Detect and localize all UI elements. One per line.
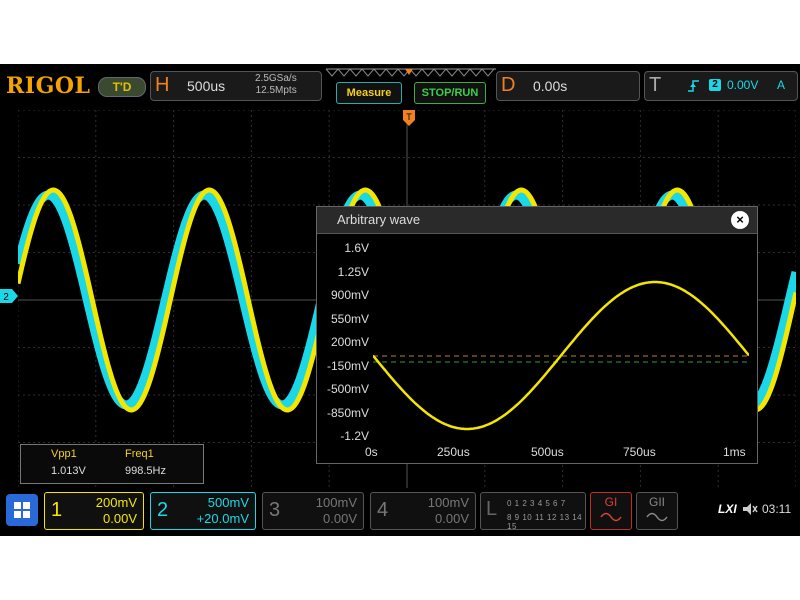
bus-1-wave-icon <box>600 512 622 522</box>
logic-label: L <box>486 498 498 520</box>
timebase-value: 500us <box>187 78 226 94</box>
arb-wave-plot <box>373 280 749 431</box>
bus-1-label: GI <box>604 495 618 509</box>
svg-text:T: T <box>406 112 412 122</box>
trigger-mode: A <box>777 78 786 92</box>
delay-label: D <box>501 74 516 96</box>
horizontal-timebase-box[interactable]: H 500us 2.5GSa/s 12.5Mpts <box>150 71 322 101</box>
arb-x-label: 500us <box>531 445 564 459</box>
channel-1-box[interactable]: 1 200mV 0.00V <box>44 492 144 530</box>
logic-channels-row-2: 8 9 10 11 12 13 14 15 <box>507 513 583 531</box>
trigger-source-badge: 2 <box>709 79 721 91</box>
channel-4-box[interactable]: 4 100mV 0.00V <box>370 492 476 530</box>
arbitrary-wave-dialog[interactable]: Arbitrary wave × 1.6V 1.25V 900mV 550mV 200m… <box>316 206 758 464</box>
bus-1-box[interactable]: GI <box>590 492 632 530</box>
delay-box[interactable]: D 0.00s <box>496 71 640 101</box>
meas-header-freq: Freq1 <box>125 448 154 460</box>
memory-depth: 12.5Mpts <box>255 85 297 96</box>
arb-x-label: 750us <box>623 445 656 459</box>
meas-value-freq: 998.5Hz <box>125 465 166 477</box>
channel-3-box[interactable]: 3 100mV 0.00V <box>262 492 364 530</box>
bus-2-wave-icon <box>646 512 668 522</box>
sample-info: 2.5GSa/s 12.5Mpts <box>255 73 297 97</box>
channel-3-number: 3 <box>269 499 281 521</box>
oscilloscope-screen: RIGOL T'D H 500us 2.5GSa/s 12.5Mpts Meas… <box>0 64 800 536</box>
trigger-level: 0.00V <box>727 78 759 92</box>
trigger-box[interactable]: T 2 0.00V A <box>644 71 798 101</box>
logic-analyzer-box[interactable]: L 0 1 2 3 4 5 6 7 8 9 10 11 12 13 14 15 <box>480 492 586 531</box>
channel-2-number: 2 <box>157 499 169 521</box>
meas-value-vpp: 1.013V <box>51 465 86 477</box>
arb-y-label: -1.2V <box>340 429 369 443</box>
channel-2-box[interactable]: 2 500mV +20.0mV <box>150 492 256 530</box>
arb-y-label: -850mV <box>326 405 369 420</box>
ch2-offset-marker-icon[interactable]: 2 <box>0 289 18 303</box>
channel-4-offset: 0.00V <box>435 511 469 526</box>
channel-2-scale: 500mV <box>207 495 249 510</box>
arb-y-label: 550mV <box>330 311 369 326</box>
delay-value: 0.00s <box>533 78 568 94</box>
arb-x-label: 250us <box>437 445 470 459</box>
arb-x-label: 0s <box>365 445 378 459</box>
memory-position-strip[interactable] <box>324 67 498 79</box>
bus-2-box[interactable]: GII <box>636 492 678 530</box>
measurement-panel[interactable]: Vpp1 Freq1 1.013V 998.5Hz <box>20 444 204 484</box>
grid-menu-icon <box>14 502 30 518</box>
dialog-title-bar[interactable]: Arbitrary wave × <box>317 207 757 234</box>
rigol-logo: RIGOL <box>6 73 91 99</box>
channel-3-offset: 0.00V <box>323 511 357 526</box>
dialog-title: Arbitrary wave <box>337 212 421 227</box>
channel-1-number: 1 <box>51 499 63 521</box>
arb-y-label: 1.25V <box>337 264 369 279</box>
sample-rate: 2.5GSa/s <box>255 73 297 84</box>
mode-badge[interactable]: T'D <box>98 77 146 97</box>
trigger-label: T <box>649 74 662 96</box>
rising-edge-icon <box>688 80 699 92</box>
stop-run-button[interactable]: STOP/RUN <box>414 82 486 104</box>
channel-4-scale: 100mV <box>427 495 469 510</box>
channel-3-scale: 100mV <box>315 495 357 510</box>
close-icon[interactable]: × <box>731 211 749 229</box>
channel-2-offset: +20.0mV <box>196 511 249 526</box>
arb-y-label: -500mV <box>326 382 369 396</box>
arb-y-label: -150mV <box>326 358 369 373</box>
home-menu-button[interactable] <box>6 494 38 526</box>
arb-y-label: 200mV <box>330 335 369 349</box>
trigger-position-marker-icon[interactable]: T <box>403 110 415 126</box>
top-status-bar: RIGOL T'D H 500us 2.5GSa/s 12.5Mpts Meas… <box>0 64 800 104</box>
channel-1-offset: 0.00V <box>103 511 137 526</box>
bottom-channel-bar: 1 200mV 0.00V 2 500mV +20.0mV 3 100mV 0.… <box>0 488 800 536</box>
clock: 03:11 <box>762 502 792 516</box>
arb-x-label: 1ms <box>723 445 746 459</box>
channel-4-number: 4 <box>377 499 389 521</box>
logic-channels-row-1: 0 1 2 3 4 5 6 7 <box>507 499 566 508</box>
measure-button[interactable]: Measure <box>336 82 402 104</box>
bus-2-label: GII <box>648 495 665 509</box>
lxi-logo: LXI <box>718 502 737 516</box>
arb-y-label: 900mV <box>330 288 369 302</box>
channel-1-scale: 200mV <box>95 495 137 510</box>
speaker-muted-icon[interactable] <box>742 502 758 516</box>
arb-y-label: 1.6V <box>344 241 369 255</box>
meas-header-vpp: Vpp1 <box>51 448 77 460</box>
horizontal-label: H <box>155 74 170 96</box>
svg-text:2: 2 <box>3 292 9 303</box>
